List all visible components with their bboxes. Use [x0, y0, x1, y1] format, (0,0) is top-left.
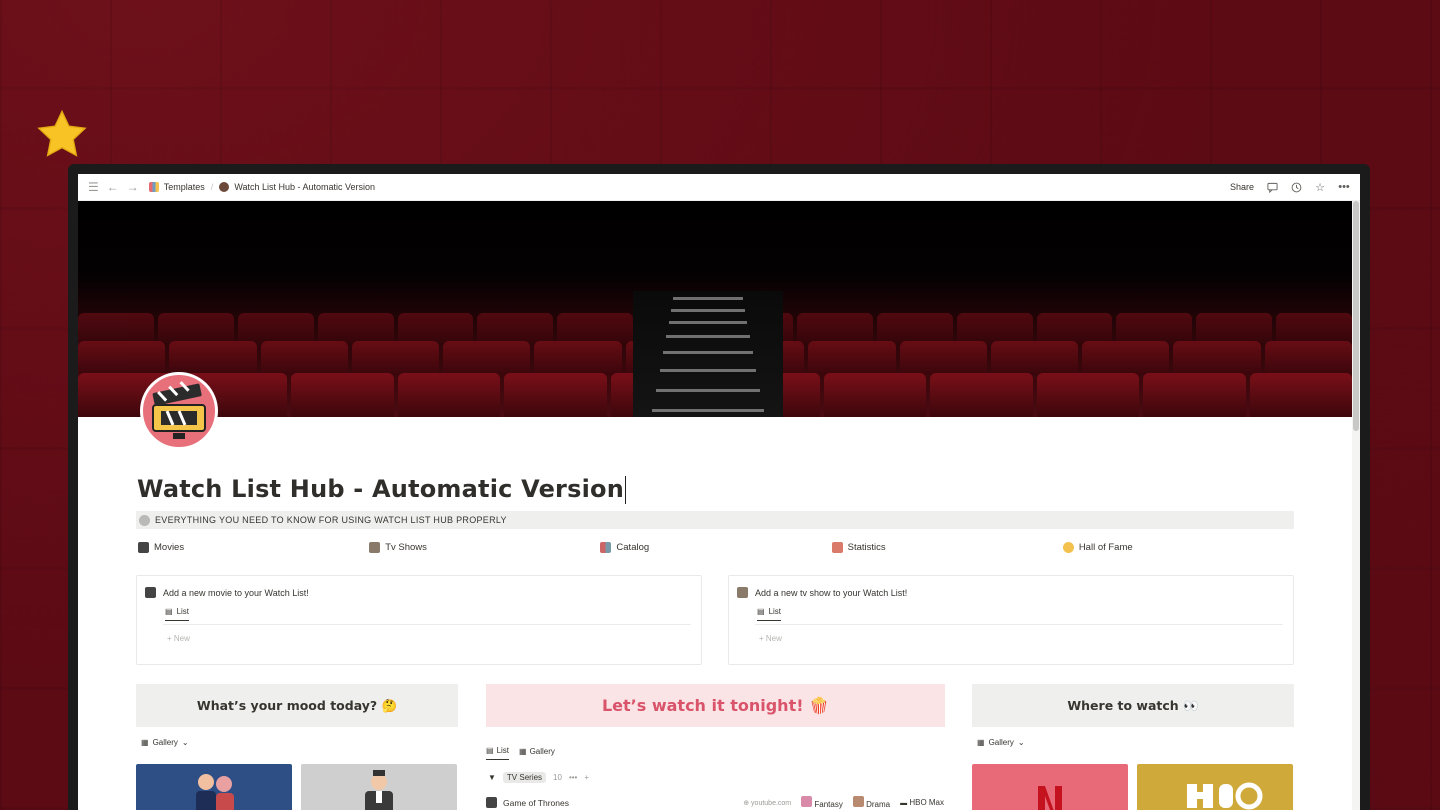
text-cursor	[624, 476, 626, 504]
list-view-icon: ▤	[165, 607, 173, 616]
breadcrumb: Templates / Watch List Hub - Automatic V…	[148, 182, 375, 192]
gallery-view-icon: ▦	[519, 746, 527, 756]
aisle-stairs	[633, 291, 783, 417]
info-disc-icon	[139, 514, 150, 526]
netflix-logo-icon	[1038, 786, 1062, 810]
comment-icon[interactable]	[1266, 181, 1278, 193]
more-options-icon[interactable]: •••	[1338, 181, 1350, 193]
toggle-callout[interactable]: EVERYTHING YOU NEED TO KNOW FOR USING WA…	[136, 511, 1294, 529]
unicorn-icon	[801, 796, 813, 807]
database-title[interactable]: Add a new movie to your Watch List!	[145, 587, 309, 598]
list-item[interactable]: Game of Thrones ⊕ youtube.com Fantasy Dr…	[486, 796, 944, 809]
view-selector-gallery[interactable]: ▦ Gallery ⌄	[977, 738, 1025, 747]
hbo-logo-icon: ▬	[900, 800, 908, 807]
add-icon[interactable]: +	[584, 773, 589, 782]
gallery-card[interactable]	[301, 764, 457, 810]
new-item-button[interactable]: + New	[759, 634, 782, 643]
back-arrow-icon[interactable]: ←	[107, 180, 119, 194]
clapperboard-icon	[486, 797, 497, 808]
nav-link-hall-of-fame[interactable]: Hall of Fame	[1062, 542, 1294, 553]
share-button[interactable]: Share	[1230, 182, 1254, 192]
url-property[interactable]: ⊕ youtube.com	[743, 799, 791, 807]
nav-link-movies[interactable]: Movies	[138, 542, 369, 553]
medal-icon	[1062, 542, 1074, 553]
chevron-down-icon: ⌄	[181, 738, 189, 747]
view-selector-gallery[interactable]: ▦ Gallery ⌄	[141, 738, 189, 747]
couple-illustration	[196, 774, 234, 810]
breadcrumb-item-templates[interactable]: Templates	[148, 182, 205, 192]
books-icon	[148, 182, 159, 192]
tag-fantasy: Fantasy	[801, 796, 843, 809]
tag-hbo-max: ▬ HBO Max	[900, 798, 944, 807]
list-view-icon: ▤	[486, 746, 494, 755]
scrollbar[interactable]	[1352, 201, 1360, 810]
tonight-panel-heading: Let’s watch it tonight! 🍿	[486, 684, 945, 727]
clapperboard-icon	[138, 542, 149, 553]
gallery-card-netflix[interactable]	[972, 764, 1128, 810]
database-title[interactable]: Add a new tv show to your Watch List!	[737, 587, 907, 598]
tab-list[interactable]: ▤ List	[486, 746, 510, 760]
caret-down-icon[interactable]: ▼	[488, 773, 496, 782]
tab-list[interactable]: ▤ List	[757, 607, 782, 621]
gallery-card-hbo[interactable]	[1137, 764, 1293, 810]
page-title[interactable]: Watch List Hub - Automatic Version	[137, 475, 626, 504]
breadcrumb-separator: /	[210, 182, 214, 192]
notion-window: ☰ ← → Templates / Watch List Hub - Autom…	[78, 174, 1360, 810]
nav-link-statistics[interactable]: Statistics	[831, 542, 1063, 553]
breadcrumb-item-page[interactable]: Watch List Hub - Automatic Version	[219, 182, 375, 192]
list-view-icon: ▤	[757, 607, 765, 616]
forward-arrow-icon[interactable]: →	[127, 180, 139, 194]
group-label[interactable]: TV Series	[502, 772, 547, 783]
tag-drama: Drama	[852, 796, 890, 809]
cover-image	[78, 201, 1352, 417]
where-panel-heading: Where to watch 👀	[972, 684, 1294, 727]
movies-database: Add a new movie to your Watch List! ▤ Li…	[136, 575, 702, 665]
clapperboard-icon	[219, 182, 230, 192]
tv-shows-database: Add a new tv show to your Watch List! ▤ …	[728, 575, 1294, 665]
nav-link-catalog[interactable]: Catalog	[600, 542, 831, 553]
new-item-button[interactable]: + New	[167, 634, 190, 643]
detective-illustration	[365, 770, 393, 810]
clock-icon[interactable]	[1290, 181, 1302, 193]
mood-panel-heading: What’s your mood today? 🤔	[136, 684, 458, 727]
hbo-logo-icon	[1187, 782, 1263, 810]
tab-list[interactable]: ▤ List	[165, 607, 190, 621]
chart-icon	[831, 542, 843, 553]
clapperboard-icon	[145, 587, 156, 598]
more-options-icon[interactable]: •••	[569, 773, 577, 782]
menu-icon[interactable]: ☰	[88, 180, 99, 194]
gallery-view-icon: ▦	[141, 738, 149, 747]
gallery-card[interactable]	[136, 764, 292, 810]
group-count: 10	[553, 773, 562, 782]
tv-icon	[737, 587, 748, 598]
star-icon	[37, 109, 87, 157]
books-icon	[600, 542, 612, 553]
tab-gallery[interactable]: ▦ Gallery	[519, 746, 555, 760]
group-header: ▼ TV Series 10 ••• +	[488, 772, 589, 783]
person-icon	[852, 796, 864, 807]
chevron-down-icon: ⌄	[1017, 738, 1025, 747]
favorite-star-icon[interactable]: ☆	[1314, 181, 1326, 194]
nav-link-tv-shows[interactable]: Tv Shows	[369, 542, 600, 553]
tonight-view-tabs: ▤ List ▦ Gallery	[486, 746, 555, 760]
tv-icon	[369, 542, 381, 553]
topbar: ☰ ← → Templates / Watch List Hub - Autom…	[78, 174, 1360, 201]
navigation-links: Movies Tv Shows Catalog Statistics Hall …	[138, 542, 1294, 553]
gallery-view-icon: ▦	[977, 738, 985, 747]
clapperboard-tv-icon[interactable]	[140, 372, 218, 450]
